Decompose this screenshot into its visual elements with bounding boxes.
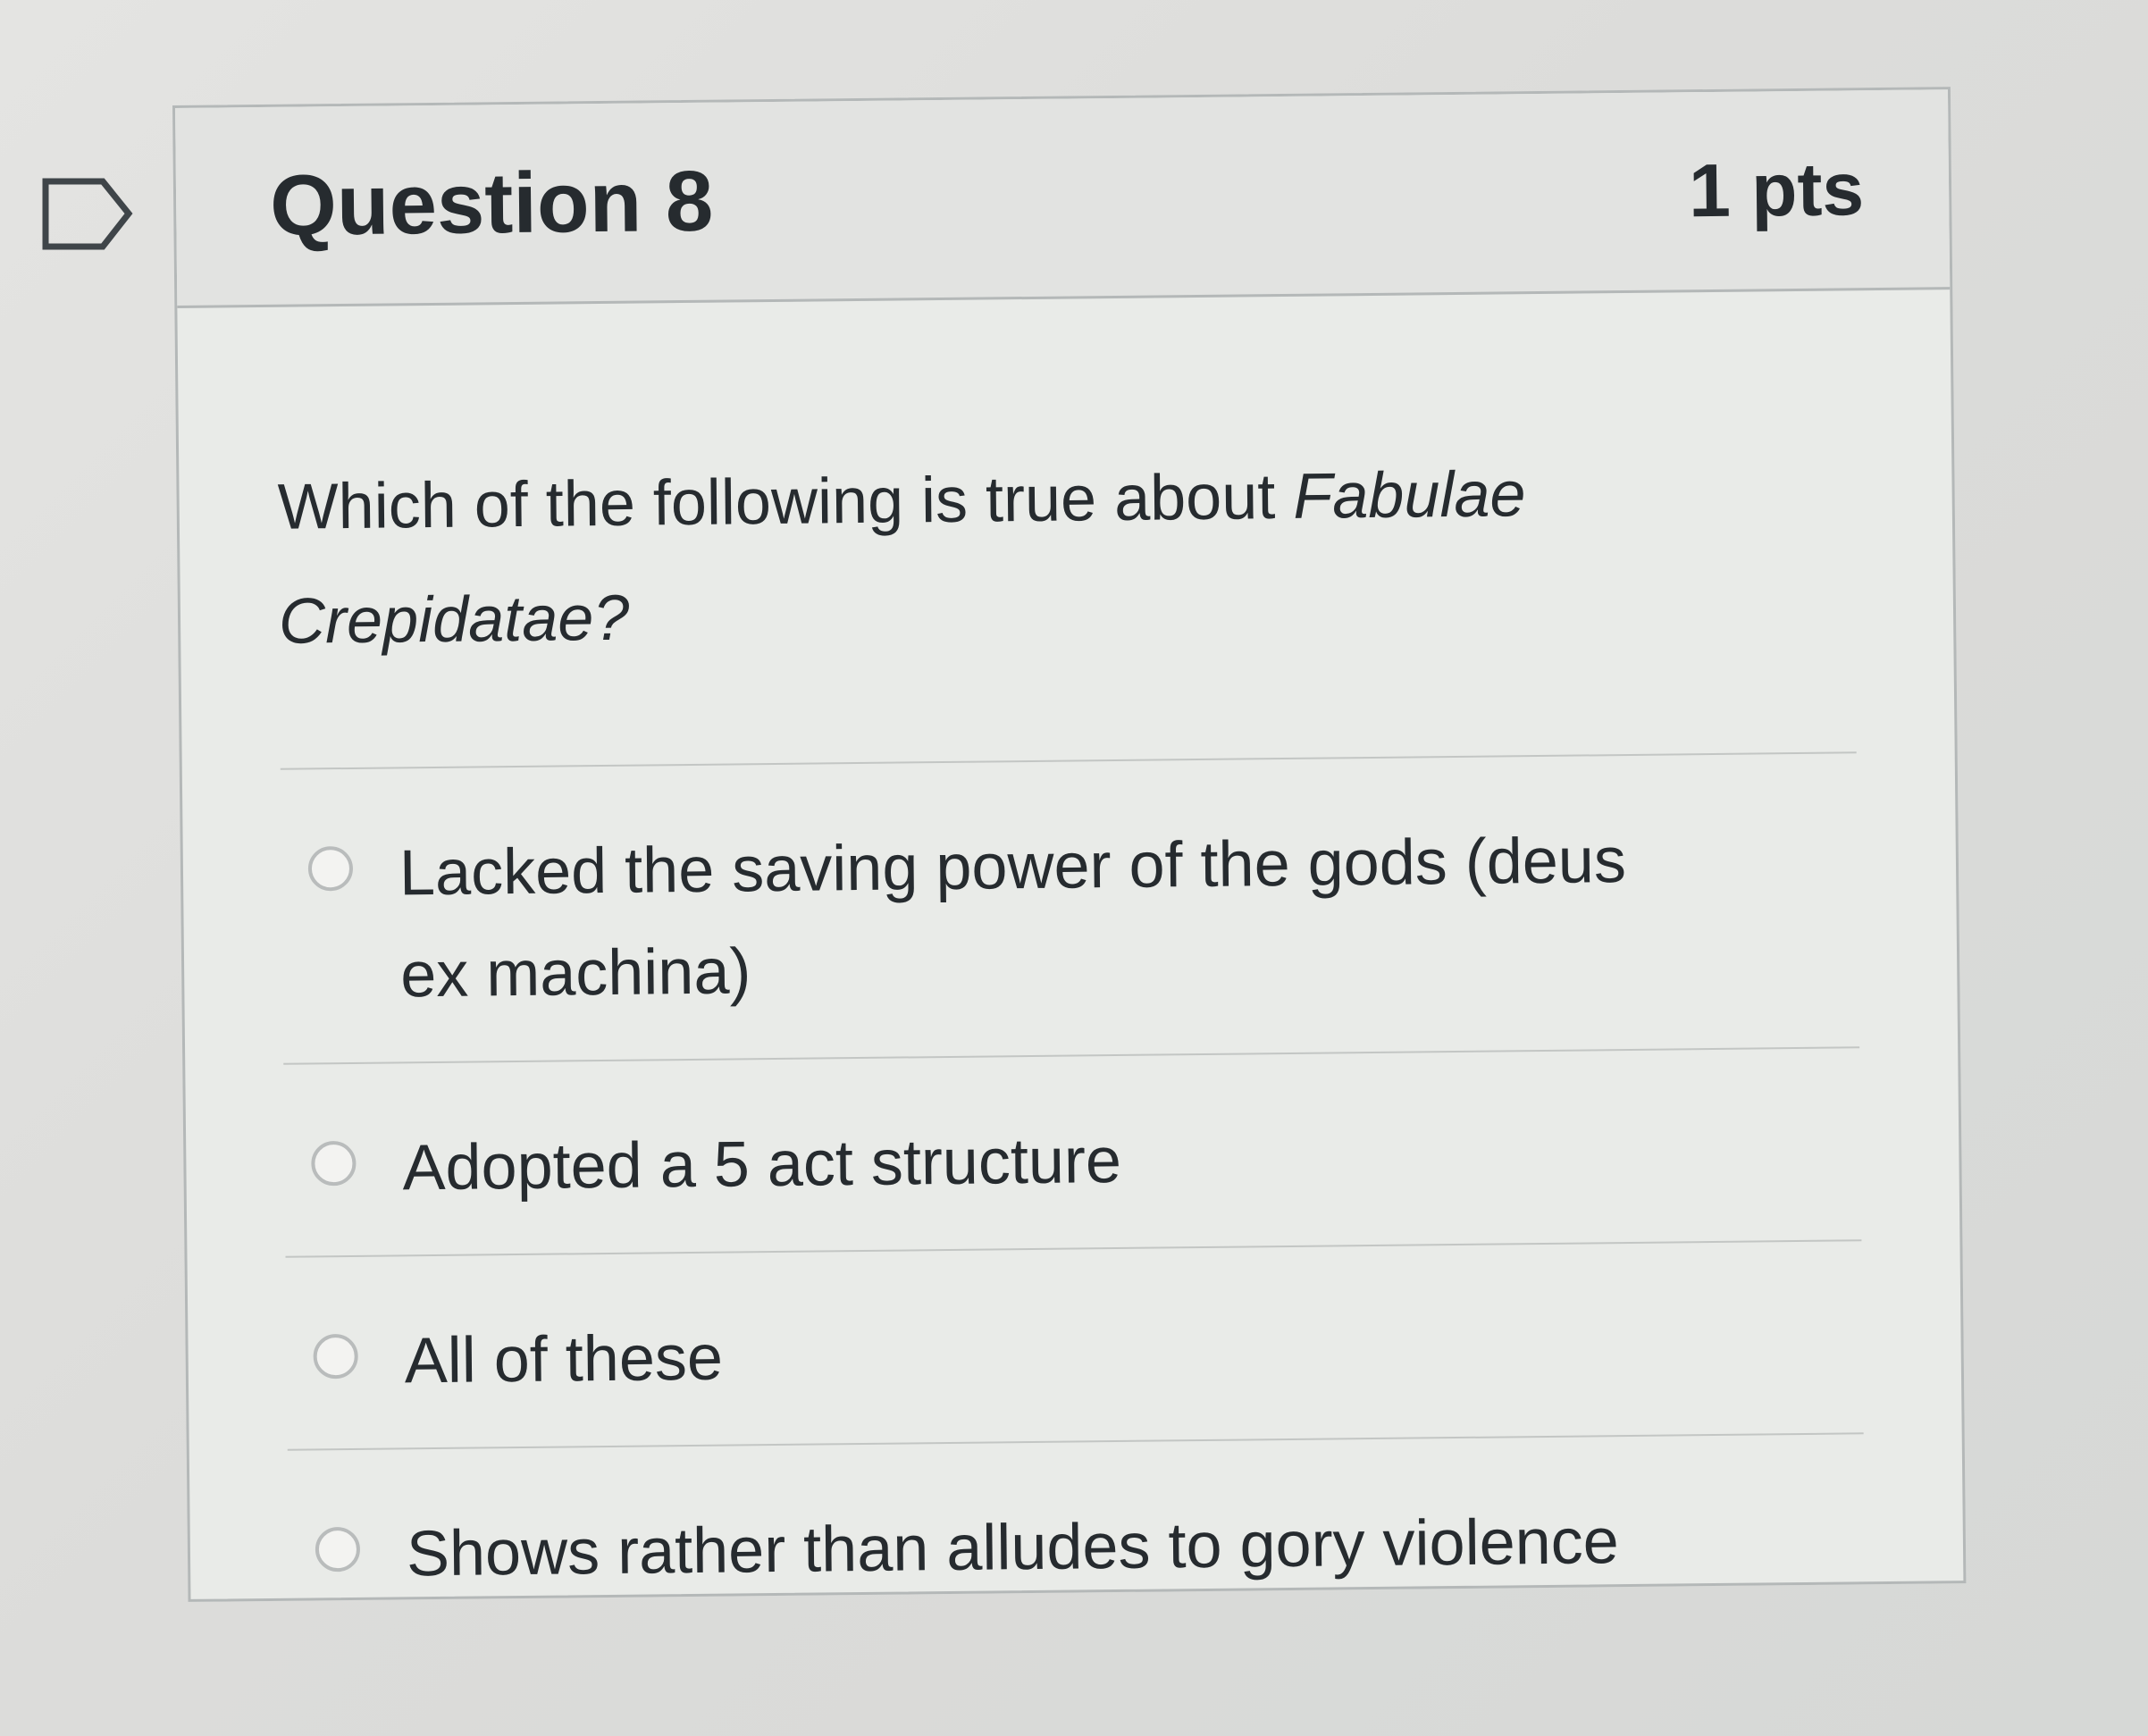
question-body: Which of the following is true about Fab… [177,289,1964,1643]
answer-label[interactable]: Shows rather than alludes to gory violen… [406,1490,1620,1605]
answer-label[interactable]: Adopted a 5 act structure [402,1110,1122,1219]
answer-label[interactable]: All of these [404,1307,723,1413]
answer-option[interactable]: Shows rather than alludes to gory violen… [287,1432,1866,1642]
question-card: Question 8 1 pts Which of the following … [172,87,1967,1642]
question-title: Question 8 [269,153,714,254]
answer-label[interactable]: Lacked the saving power of the gods (deu… [399,809,1651,1027]
radio-unchecked-icon[interactable] [313,1333,358,1380]
question-text: Which of the following is true about Fab… [277,435,1674,678]
answer-list: Lacked the saving power of the gods (deu… [280,751,1866,1642]
question-header: Question 8 1 pts [175,89,1951,308]
question-points: 1 pts [1688,147,1865,233]
radio-unchecked-icon[interactable] [307,845,354,892]
answer-option[interactable]: All of these [285,1239,1864,1449]
flag-question-icon[interactable] [40,176,134,252]
answer-option[interactable]: Lacked the saving power of the gods (deu… [280,751,1860,1063]
radio-unchecked-icon[interactable] [315,1526,361,1572]
question-text-prefix: Which of the following is true about [277,460,1294,543]
answer-option[interactable]: Adopted a 5 act structure [283,1046,1862,1256]
radio-unchecked-icon[interactable] [311,1140,357,1187]
